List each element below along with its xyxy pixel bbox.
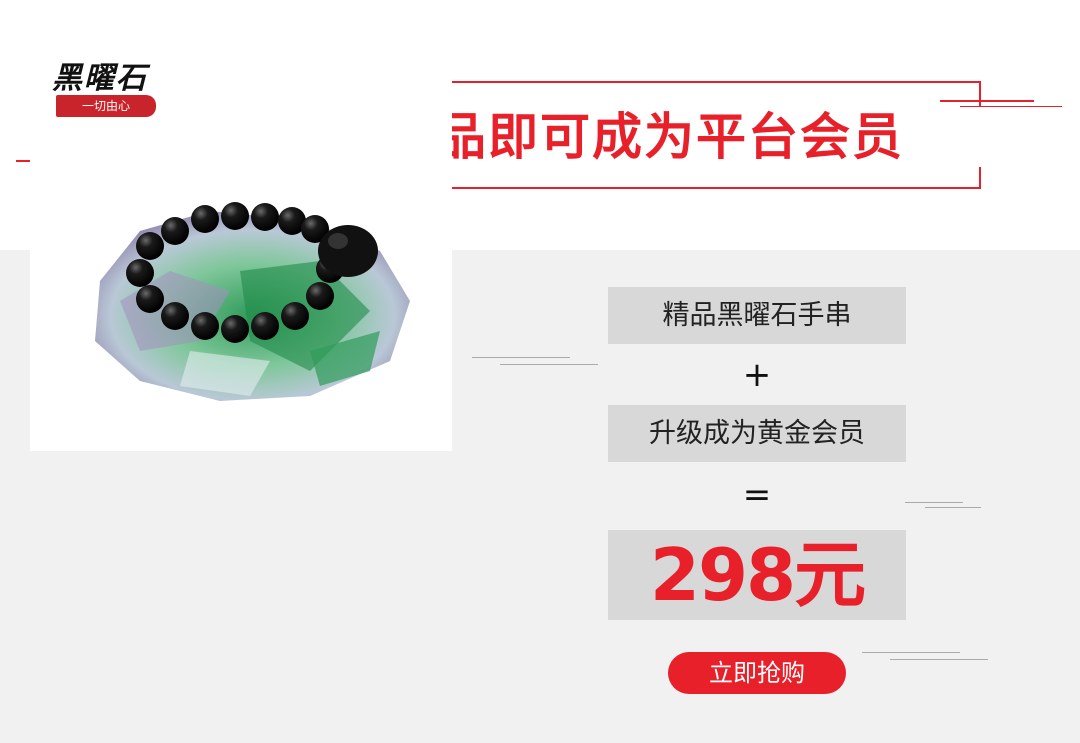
deco-gray-line-2 (500, 364, 598, 365)
membership-box: 升级成为黄金会员 (608, 405, 906, 462)
deco-gray-line-6 (890, 659, 988, 660)
product-card[interactable]: 黑曜石 一切由心 (30, 31, 452, 451)
brand-logo: 黑曜石 一切由心 (50, 53, 170, 123)
obsidian-bracelet-image (95, 202, 410, 401)
plus-sign: + (742, 355, 772, 395)
buy-now-button[interactable]: 立即抢购 (668, 652, 846, 694)
price-box: 298元 (608, 530, 906, 620)
brand-slogan: 一切由心 (56, 95, 156, 117)
deco-gray-line-5 (862, 652, 960, 653)
brand-name: 黑曜石 (52, 61, 148, 96)
deco-line-right-1 (940, 100, 1034, 102)
deco-gray-line-3 (905, 502, 963, 503)
price-value: 298元 (649, 533, 866, 617)
deco-gray-line-1 (472, 357, 570, 358)
product-name-box: 精品黑曜石手串 (608, 287, 906, 344)
equals-sign: = (742, 475, 772, 515)
deco-gray-line-4 (925, 507, 981, 508)
